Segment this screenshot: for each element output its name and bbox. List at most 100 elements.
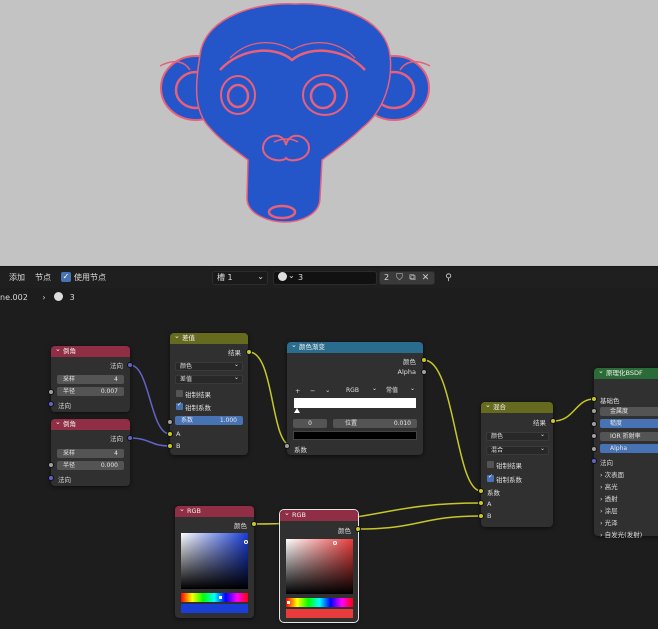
- principled-bsdf-node[interactable]: 原理化BSDF 基础色 金属度 糙度 IOR 折射率 Alpha 法向 › 次表…: [594, 366, 658, 539]
- output-socket[interactable]: [421, 369, 427, 375]
- chevron-down-icon: ⌄: [288, 271, 295, 280]
- samples-field[interactable]: 采样 4: [57, 449, 124, 458]
- color-mode-dropdown[interactable]: RGB: [342, 385, 380, 396]
- rgb-node-2[interactable]: RGB 颜色: [279, 508, 359, 623]
- node-title: 倒角: [51, 344, 130, 357]
- input-socket[interactable]: [478, 488, 484, 494]
- output-socket[interactable]: [421, 357, 427, 363]
- input-socket[interactable]: [478, 513, 484, 519]
- clamp-result-checkbox[interactable]: [176, 390, 183, 397]
- blend-mode-dropdown[interactable]: 差值: [175, 374, 243, 384]
- color-wheel[interactable]: [286, 539, 353, 594]
- rgb-node-1[interactable]: RGB 颜色: [175, 504, 254, 618]
- close-icon[interactable]: ✕: [420, 272, 431, 284]
- transmission-panel[interactable]: › 透射: [600, 493, 618, 503]
- color-ramp-node[interactable]: 颜色渐变 颜色 Alpha + − ⌄ RGB 常值 0 位置0.010 系数: [287, 340, 423, 455]
- hue-slider[interactable]: [181, 593, 248, 602]
- input-socket[interactable]: [591, 433, 597, 439]
- data-type-dropdown[interactable]: 颜色: [486, 431, 549, 441]
- material-sphere-icon: [278, 272, 287, 281]
- use-nodes-checkbox[interactable]: ✓: [61, 272, 71, 282]
- bevel-node-1[interactable]: 倒角 法向 采样4 半径0.007 法向: [51, 344, 130, 412]
- remove-stop-button[interactable]: −: [310, 387, 315, 395]
- ramp-gradient[interactable]: [294, 398, 416, 408]
- input-socket[interactable]: [591, 396, 597, 402]
- ramp-stop-handle[interactable]: [294, 408, 300, 413]
- interpolation-dropdown[interactable]: 常值: [382, 385, 418, 396]
- roughness-field[interactable]: 糙度: [600, 419, 658, 428]
- hue-slider-handle[interactable]: [219, 596, 222, 599]
- material-users: 2 ⛉ ⧉ ✕: [379, 271, 435, 285]
- node-title: RGB: [175, 504, 254, 517]
- output-socket[interactable]: [127, 362, 133, 368]
- fake-user-shield-icon[interactable]: ⛉: [394, 272, 405, 284]
- clamp-factor-checkbox[interactable]: [487, 473, 494, 482]
- input-socket[interactable]: [167, 431, 173, 437]
- input-socket[interactable]: [48, 389, 54, 395]
- input-socket[interactable]: [591, 458, 597, 464]
- clamp-factor-checkbox[interactable]: [176, 401, 183, 410]
- color-picker-cursor[interactable]: [244, 540, 248, 544]
- chevron-down-icon[interactable]: ⌄: [325, 386, 330, 394]
- output-socket[interactable]: [251, 521, 257, 527]
- input-socket[interactable]: [48, 462, 54, 468]
- stop-index-field[interactable]: 0: [293, 419, 327, 428]
- node-editor-header: 添加 节点 ✓ 使用节点 槽 1 ⌄ ⌄ 3 2 ⛉ ⧉ ✕ ⚲: [0, 266, 658, 288]
- emission-panel[interactable]: › 自发光(发射): [600, 529, 642, 539]
- stop-color-swatch[interactable]: [293, 431, 417, 440]
- material-name-field[interactable]: ⌄ 3: [273, 271, 377, 285]
- add-stop-button[interactable]: +: [295, 387, 300, 395]
- color-swatch[interactable]: [181, 604, 248, 613]
- color-swatch[interactable]: [286, 609, 353, 618]
- subsurface-panel[interactable]: › 次表面: [600, 469, 624, 479]
- factor-field[interactable]: 系数 1.000: [175, 416, 243, 425]
- coat-panel[interactable]: › 涂层: [600, 505, 618, 515]
- metallic-field[interactable]: 金属度: [600, 407, 658, 416]
- input-socket[interactable]: [167, 419, 173, 425]
- difference-mix-node[interactable]: 差值 结果 颜色 差值 钳制结果 钳制系数 系数1.000 A B: [170, 331, 248, 455]
- use-nodes-label: 使用节点: [74, 273, 106, 282]
- pin-icon[interactable]: ⚲: [443, 272, 454, 284]
- samples-field[interactable]: 采样 4: [57, 375, 124, 384]
- input-socket[interactable]: [591, 446, 597, 452]
- node-title: 混合: [481, 400, 553, 413]
- output-socket[interactable]: [127, 435, 133, 441]
- clamp-result-checkbox[interactable]: [487, 461, 494, 468]
- bevel-node-2[interactable]: 倒角 法向 采样4 半径0.000 法向: [51, 417, 130, 486]
- output-socket[interactable]: [550, 418, 556, 424]
- mix-node[interactable]: 混合 结果 颜色 混合 钳制结果 钳制系数 系数 A B: [481, 400, 553, 527]
- output-socket[interactable]: [246, 349, 252, 355]
- radius-field[interactable]: 半径 0.000: [57, 461, 124, 470]
- blend-mode-dropdown[interactable]: 混合: [486, 445, 549, 455]
- node-title: 倒角: [51, 417, 130, 430]
- node-menu[interactable]: 节点: [35, 272, 51, 283]
- node-title: 原理化BSDF: [594, 366, 658, 379]
- 3d-viewport[interactable]: [0, 0, 658, 266]
- ior-field[interactable]: IOR 折射率: [600, 432, 658, 441]
- input-socket[interactable]: [167, 443, 173, 449]
- color-picker-cursor[interactable]: [333, 541, 337, 545]
- node-title: 差值: [170, 331, 248, 344]
- add-menu[interactable]: 添加: [9, 272, 25, 283]
- color-wheel[interactable]: [181, 533, 248, 589]
- input-socket[interactable]: [591, 408, 597, 414]
- hue-slider-handle[interactable]: [287, 601, 290, 604]
- duplicate-icon[interactable]: ⧉: [407, 272, 418, 284]
- radius-field[interactable]: 半径 0.007: [57, 387, 124, 396]
- input-socket[interactable]: [591, 421, 597, 427]
- hue-slider[interactable]: [286, 598, 353, 607]
- chevron-down-icon: ⌄: [257, 272, 264, 281]
- data-type-dropdown[interactable]: 颜色: [175, 361, 243, 371]
- stop-position-field[interactable]: 位置 0.010: [333, 419, 417, 428]
- alpha-field[interactable]: Alpha: [600, 444, 658, 453]
- input-socket[interactable]: [48, 401, 54, 407]
- node-editor-canvas[interactable]: ne.002 › 3 倒角 法向 采样4 半径0.007 法向 倒角 法向 采样…: [0, 288, 658, 629]
- sheen-panel[interactable]: › 光泽: [600, 517, 618, 527]
- input-socket[interactable]: [284, 443, 290, 449]
- input-socket[interactable]: [478, 500, 484, 506]
- slot-select[interactable]: 槽 1 ⌄: [212, 271, 268, 285]
- node-title: RGB: [280, 508, 358, 521]
- specular-panel[interactable]: › 高光: [600, 481, 618, 491]
- input-socket[interactable]: [48, 475, 54, 481]
- output-socket[interactable]: [355, 526, 361, 532]
